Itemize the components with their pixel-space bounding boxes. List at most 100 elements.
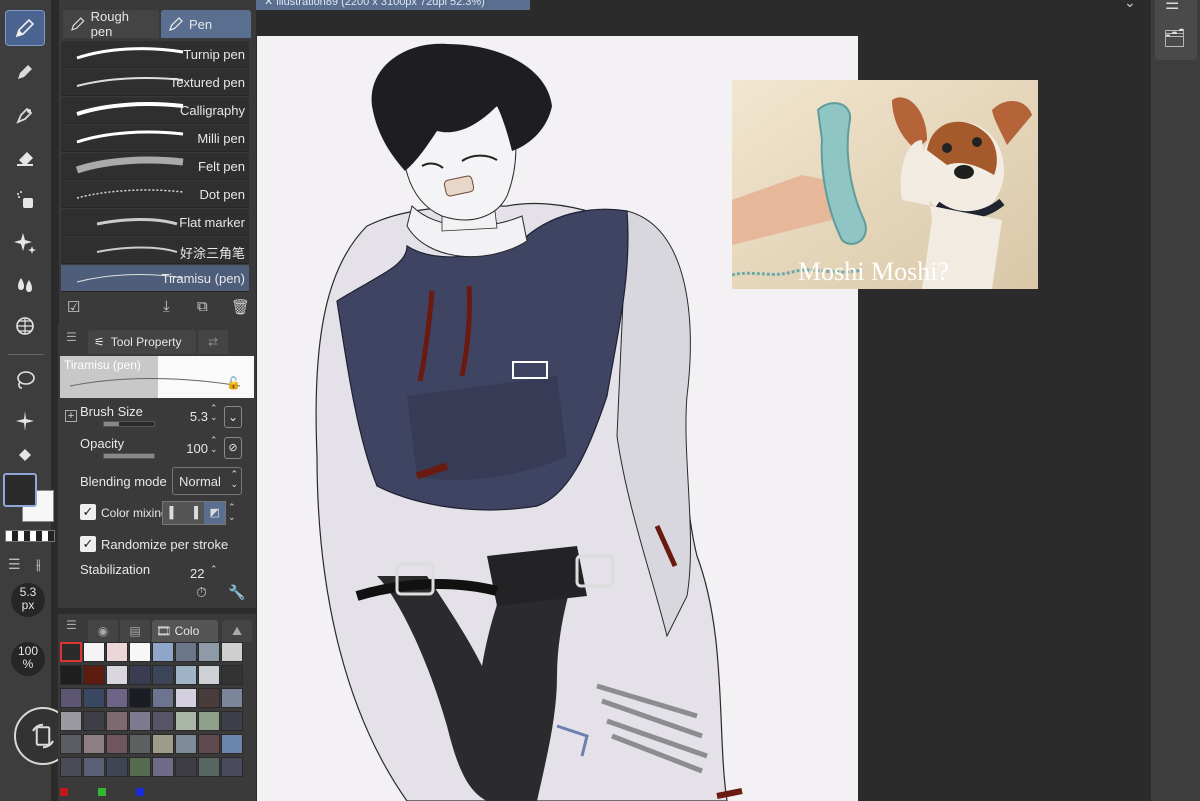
color-swatch[interactable] bbox=[106, 688, 128, 708]
color-swatch[interactable] bbox=[221, 642, 243, 662]
color-swatch[interactable] bbox=[106, 642, 128, 662]
tab-sub-tool-detail[interactable]: ⇄ bbox=[198, 330, 228, 354]
reset-icon[interactable]: ⏱ bbox=[196, 584, 207, 601]
airbrush-tool-button[interactable] bbox=[5, 182, 45, 218]
transparent-color-chip[interactable] bbox=[5, 530, 55, 542]
chevron-updown-icon[interactable]: ⌃ ⌄ bbox=[228, 502, 236, 522]
lock-icon[interactable]: 🔓 bbox=[226, 376, 241, 390]
randomize-checkbox[interactable]: ✓ bbox=[80, 536, 96, 552]
select-all-icon[interactable]: ☑ bbox=[67, 298, 80, 316]
color-swatch[interactable] bbox=[152, 711, 174, 731]
expand-icon[interactable]: + bbox=[65, 410, 77, 422]
color-swatch[interactable] bbox=[129, 642, 151, 662]
auto-select-tool-button[interactable] bbox=[5, 403, 45, 439]
close-tab-icon[interactable]: ✕ bbox=[264, 0, 276, 8]
color-swatch[interactable] bbox=[175, 665, 197, 685]
color-swatch[interactable] bbox=[129, 734, 151, 754]
menu-icon[interactable]: ☰ bbox=[66, 330, 77, 344]
stepper-icon[interactable]: ⌃ ⌄ bbox=[210, 436, 218, 454]
material-folder-icon[interactable]: 🗂 bbox=[1163, 28, 1186, 49]
mix-mode-icon[interactable]: ▌ bbox=[163, 502, 184, 524]
color-swatch[interactable] bbox=[221, 711, 243, 731]
menu-icon[interactable]: ☰ bbox=[66, 618, 77, 632]
tab-color-wheel[interactable]: ◉ bbox=[88, 620, 118, 642]
color-swatch[interactable] bbox=[175, 688, 197, 708]
color-swatch[interactable] bbox=[60, 711, 82, 731]
mix-mode-icon[interactable]: ▐ bbox=[183, 502, 205, 524]
color-swatch[interactable] bbox=[221, 665, 243, 685]
eraser-tool-button[interactable] bbox=[5, 140, 45, 176]
tab-pen[interactable]: Pen bbox=[161, 10, 251, 38]
pen-tool-button[interactable] bbox=[5, 10, 45, 46]
color-swatch[interactable] bbox=[175, 734, 197, 754]
color-swatch-selected[interactable] bbox=[60, 642, 82, 662]
color-swatch[interactable] bbox=[129, 711, 151, 731]
blend-tool-button[interactable] bbox=[5, 266, 45, 302]
tab-color-slider[interactable]: ▤ bbox=[120, 620, 150, 642]
brush-size-bar[interactable] bbox=[103, 421, 155, 427]
color-swatch[interactable] bbox=[221, 757, 243, 777]
tab-rough-pen[interactable]: Rough pen bbox=[63, 9, 159, 39]
brush-item[interactable]: Milli pen bbox=[61, 125, 249, 152]
color-swatch[interactable] bbox=[152, 734, 174, 754]
tab-intermediate-color[interactable]: ⛰ bbox=[222, 620, 252, 642]
color-swatch[interactable] bbox=[83, 711, 105, 731]
brush-size-indicator[interactable]: 5.3 px bbox=[11, 583, 45, 617]
decoration-tool-button[interactable] bbox=[5, 224, 45, 260]
color-swatch[interactable] bbox=[152, 688, 174, 708]
color-swatch[interactable] bbox=[198, 688, 220, 708]
fill-tool-button[interactable] bbox=[5, 444, 45, 466]
pressure-toggle-icon[interactable]: ⌄ bbox=[224, 406, 242, 428]
color-swatch[interactable] bbox=[106, 757, 128, 777]
color-swatch[interactable] bbox=[106, 665, 128, 685]
color-swatch[interactable] bbox=[175, 711, 197, 731]
trash-icon[interactable]: 🗑 bbox=[231, 298, 250, 316]
chevron-up-icon[interactable]: ⌃ bbox=[210, 564, 218, 575]
figure-tool-button[interactable] bbox=[5, 308, 45, 344]
tool-settings-icon[interactable]: ⫲ bbox=[36, 556, 41, 573]
brush-item[interactable]: Turnip pen bbox=[61, 41, 249, 68]
color-mixing-checkbox[interactable]: ✓ bbox=[80, 504, 96, 520]
color-swatch[interactable] bbox=[221, 734, 243, 754]
import-icon[interactable]: ⤓ bbox=[163, 298, 170, 315]
document-tab[interactable]: ✕ illustration89 (2200 x 3100px 72dpi 52… bbox=[256, 0, 530, 10]
color-swatch[interactable] bbox=[60, 665, 82, 685]
opacity-toggle-icon[interactable]: ⊘ bbox=[224, 437, 242, 459]
opacity-bar[interactable] bbox=[103, 453, 155, 459]
color-swatch[interactable] bbox=[198, 642, 220, 662]
pencil-tool-button[interactable] bbox=[5, 54, 45, 90]
color-swatch[interactable] bbox=[83, 757, 105, 777]
wrench-icon[interactable]: 🔧 bbox=[228, 584, 245, 601]
lasso-tool-button[interactable] bbox=[5, 362, 45, 398]
brush-item[interactable]: Felt pen bbox=[61, 153, 249, 180]
menu-icon[interactable]: ☰ bbox=[8, 556, 21, 573]
color-swatch[interactable] bbox=[129, 665, 151, 685]
color-swatch[interactable] bbox=[60, 688, 82, 708]
blending-mode-select[interactable]: Normal ⌃ ⌄ bbox=[172, 467, 242, 495]
tab-color-set[interactable]: 🎞 Colo bbox=[152, 620, 218, 642]
brush-item[interactable]: Calligraphy bbox=[61, 97, 249, 124]
brush-item[interactable]: 好涂三角笔 bbox=[61, 237, 249, 264]
brush-item[interactable]: Textured pen bbox=[61, 69, 249, 96]
color-swatch[interactable] bbox=[175, 757, 197, 777]
mix-mode-icon[interactable]: ◩ bbox=[204, 502, 226, 524]
color-swatch[interactable] bbox=[83, 734, 105, 754]
layers-icon[interactable]: ☰ bbox=[1165, 0, 1179, 14]
marker-tool-button[interactable] bbox=[5, 97, 45, 133]
brush-item-selected[interactable]: Tiramisu (pen) bbox=[61, 265, 249, 292]
color-swatch[interactable] bbox=[152, 642, 174, 662]
color-swatch[interactable] bbox=[60, 734, 82, 754]
color-swatch[interactable] bbox=[60, 757, 82, 777]
color-swatch[interactable] bbox=[83, 688, 105, 708]
stepper-icon[interactable]: ⌃ ⌄ bbox=[210, 404, 218, 422]
color-swatch[interactable] bbox=[106, 734, 128, 754]
color-swatch[interactable] bbox=[198, 711, 220, 731]
chevron-down-icon[interactable]: ⌄ bbox=[1124, 0, 1136, 11]
duplicate-icon[interactable]: ⧉ bbox=[197, 298, 208, 315]
color-swatch[interactable] bbox=[221, 688, 243, 708]
color-swatch[interactable] bbox=[198, 665, 220, 685]
color-swatch[interactable] bbox=[83, 642, 105, 662]
color-swatch[interactable] bbox=[106, 711, 128, 731]
color-swatch[interactable] bbox=[152, 665, 174, 685]
color-swatch[interactable] bbox=[152, 757, 174, 777]
